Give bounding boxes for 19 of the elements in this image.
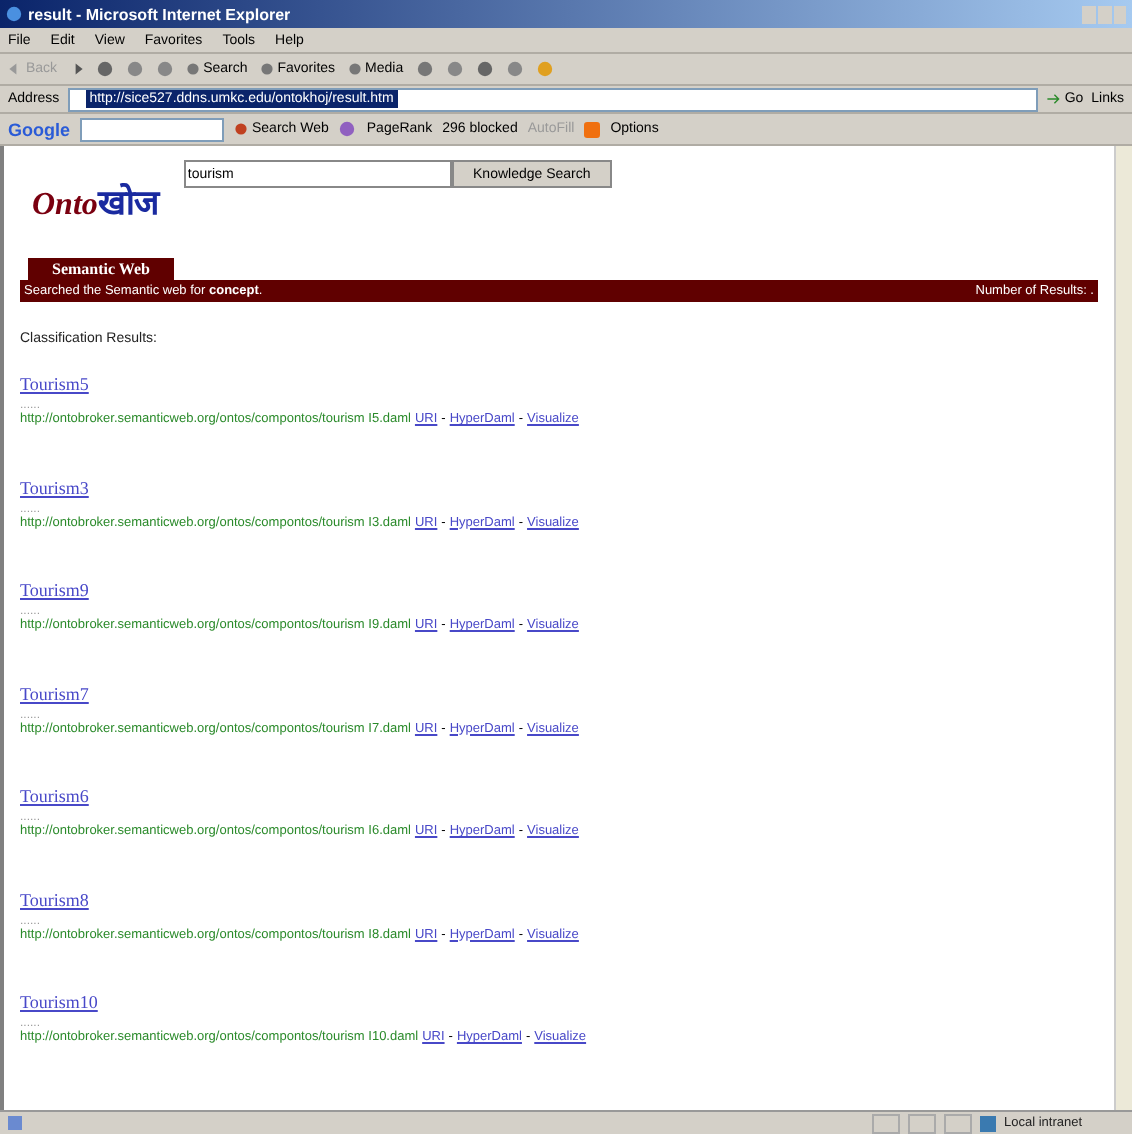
result-title-link[interactable]: Tourism3 xyxy=(20,477,89,497)
scrollbar[interactable] xyxy=(1114,146,1132,1110)
status-panel xyxy=(944,1113,972,1133)
site-logo: Ontoखोज xyxy=(30,181,160,224)
status-panel xyxy=(872,1113,900,1133)
status-panel xyxy=(908,1113,936,1133)
result-title-link[interactable]: Tourism8 xyxy=(20,889,89,909)
back-arrow-icon xyxy=(8,62,22,76)
result-title-link[interactable]: Tourism5 xyxy=(20,374,89,394)
result-title-link[interactable]: Tourism10 xyxy=(20,992,98,1012)
google-search-field[interactable] xyxy=(80,117,224,141)
window-controls-icon[interactable] xyxy=(1082,5,1126,23)
result-title-link[interactable]: Tourism7 xyxy=(20,683,89,703)
result-title-link[interactable]: Tourism9 xyxy=(20,580,89,600)
semantic-web-tab[interactable]: Semantic Web xyxy=(28,258,174,280)
google-logo: Google xyxy=(8,119,70,139)
result-title-link[interactable]: Tourism6 xyxy=(20,786,89,806)
arrow-icon xyxy=(1046,92,1061,106)
window-title: result - Microsoft Internet Explorer xyxy=(28,5,293,23)
